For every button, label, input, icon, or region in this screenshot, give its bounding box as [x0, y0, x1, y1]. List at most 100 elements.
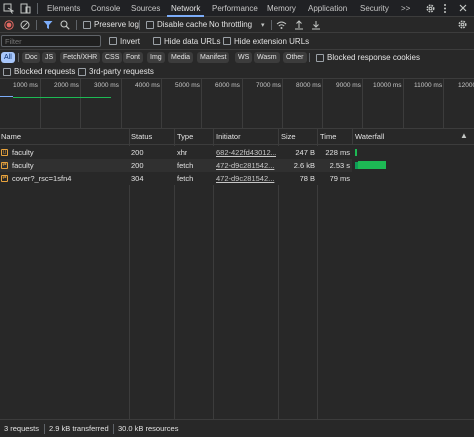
waterfall-bar [358, 161, 386, 169]
stop-recording-icon[interactable] [4, 20, 14, 33]
search-icon[interactable] [60, 20, 70, 33]
table-row[interactable]: ⇄ cover?_rsc=1sfn4 304 fetch 472-d9c2815… [0, 172, 352, 185]
tab-memory[interactable]: Memory [267, 0, 296, 17]
type-filter-js[interactable]: JS [42, 52, 57, 63]
request-name: cover?_rsc=1sfn4 [12, 174, 72, 183]
tab-application[interactable]: Application [308, 0, 347, 17]
request-count: 3 requests [4, 424, 40, 433]
request-type: fetch [177, 161, 194, 170]
hide-data-urls-checkbox[interactable] [153, 37, 161, 45]
more-options-icon[interactable] [442, 3, 448, 17]
tab-performance[interactable]: Performance [212, 0, 258, 17]
timeline-gridline [443, 79, 444, 129]
hide-data-urls-label: Hide data URLs [164, 37, 221, 46]
export-har-icon[interactable] [311, 20, 321, 33]
blocked-response-cookies-checkbox[interactable] [316, 54, 324, 62]
import-har-icon[interactable] [294, 20, 304, 33]
preserve-log-label: Preserve log [94, 20, 139, 29]
type-filter-all[interactable]: All [1, 52, 15, 63]
network-toolbar: Preserve log Disable cache No throttling… [0, 17, 474, 33]
column-header-time[interactable]: Time [320, 129, 336, 145]
divider [271, 20, 272, 30]
timeline-tick: 10000 ms [373, 82, 402, 89]
disable-cache-label: Disable cache [157, 20, 208, 29]
chevron-down-icon[interactable]: ▾ [261, 22, 265, 29]
close-icon[interactable] [458, 3, 468, 16]
type-filter-font[interactable]: Font [123, 52, 144, 63]
type-filter-wasm[interactable]: Wasm [254, 52, 280, 63]
timeline-tick: 3000 ms [94, 82, 119, 89]
blocked-requests-checkbox[interactable] [3, 68, 11, 76]
preserve-log-checkbox[interactable] [83, 21, 91, 29]
type-filter-ws[interactable]: WS [235, 52, 253, 63]
column-header-size[interactable]: Size [281, 129, 296, 145]
timeline-tick: 11000 ms [414, 82, 443, 89]
type-filter-fetch-xhr[interactable]: Fetch/XHR [60, 52, 101, 63]
timeline-gridline [242, 79, 243, 129]
timeline-gridline [40, 79, 41, 129]
waterfall-bar [355, 149, 357, 156]
column-header-initiator[interactable]: Initiator [216, 129, 241, 145]
request-initiator-link[interactable]: 472-d9c281542... [216, 159, 276, 172]
tab-console[interactable]: Console [91, 0, 120, 17]
divider [139, 20, 140, 30]
sort-up-icon[interactable]: ▲ [460, 132, 468, 140]
inspect-element-icon[interactable] [3, 3, 15, 17]
divider [44, 424, 45, 434]
type-filter-manifest[interactable]: Manifest [197, 52, 230, 63]
network-settings-gear-icon[interactable] [457, 19, 468, 33]
third-party-requests-label: 3rd-party requests [89, 67, 154, 76]
tab-security[interactable]: Security [360, 0, 389, 17]
request-initiator-link[interactable]: 682-422fd43012... [216, 146, 276, 159]
request-time: 2.53 s [329, 161, 350, 170]
hide-extension-urls-checkbox[interactable] [223, 37, 231, 45]
request-type: xhr [177, 148, 188, 157]
timeline-gridline [161, 79, 162, 129]
column-header-status[interactable]: Status [131, 129, 152, 145]
requests-table-header: Name Status Type Initiator Size Time Wat… [0, 129, 474, 145]
timeline-tick: 8000 ms [296, 82, 321, 89]
type-filter-img[interactable]: Img [147, 52, 165, 63]
throttling-select[interactable]: No throttling [209, 20, 252, 30]
type-filter-bar: All Doc JS Fetch/XHR CSS Font Img Media … [0, 50, 474, 65]
column-header-waterfall[interactable]: Waterfall [355, 129, 384, 145]
timeline-request-line [13, 97, 111, 98]
tab-elements[interactable]: Elements [47, 0, 80, 17]
timeline-tick: 7000 ms [256, 82, 281, 89]
more-tabs-button[interactable]: >> [401, 0, 410, 17]
timeline-gridline [121, 79, 122, 129]
timeline-gridline [80, 79, 81, 129]
filter-icon[interactable] [43, 20, 53, 33]
table-row[interactable]: {} faculty 200 xhr 682-422fd43012... 247… [0, 146, 352, 159]
third-party-requests-checkbox[interactable] [78, 68, 86, 76]
request-name: faculty [12, 161, 34, 170]
xhr-icon: {} [1, 149, 8, 156]
tab-sources[interactable]: Sources [131, 0, 160, 17]
timeline-request-line [0, 96, 13, 97]
clear-icon[interactable] [20, 20, 30, 33]
column-header-name[interactable]: Name [1, 129, 21, 145]
request-status: 200 [131, 148, 144, 157]
request-initiator-link[interactable]: 472-d9c281542... [216, 172, 276, 185]
timeline-tick: 5000 ms [175, 82, 200, 89]
tab-network[interactable]: Network [166, 0, 205, 17]
table-row[interactable]: ⇄ faculty 200 fetch 472-d9c281542... 2.6… [0, 159, 352, 172]
request-size: 2.6 kB [293, 161, 315, 170]
device-toolbar-icon[interactable] [20, 3, 31, 17]
divider [18, 53, 19, 62]
type-filter-media[interactable]: Media [168, 52, 194, 63]
type-filter-doc[interactable]: Doc [22, 52, 41, 63]
type-filter-css[interactable]: CSS [102, 52, 123, 63]
filter-input[interactable] [1, 35, 101, 47]
invert-checkbox[interactable] [109, 37, 117, 45]
blocked-requests-label: Blocked requests [14, 67, 76, 76]
request-type: fetch [177, 174, 194, 183]
column-header-type[interactable]: Type [177, 129, 193, 145]
timeline-tick: 12000 [458, 82, 474, 89]
disable-cache-checkbox[interactable] [146, 21, 154, 29]
network-conditions-icon[interactable] [276, 20, 287, 33]
divider [36, 20, 37, 30]
type-filter-other[interactable]: Other [283, 52, 307, 63]
network-summary-bar: 3 requests 2.9 kB transferred 30.0 kB re… [0, 419, 474, 437]
settings-gear-icon[interactable] [425, 3, 436, 17]
